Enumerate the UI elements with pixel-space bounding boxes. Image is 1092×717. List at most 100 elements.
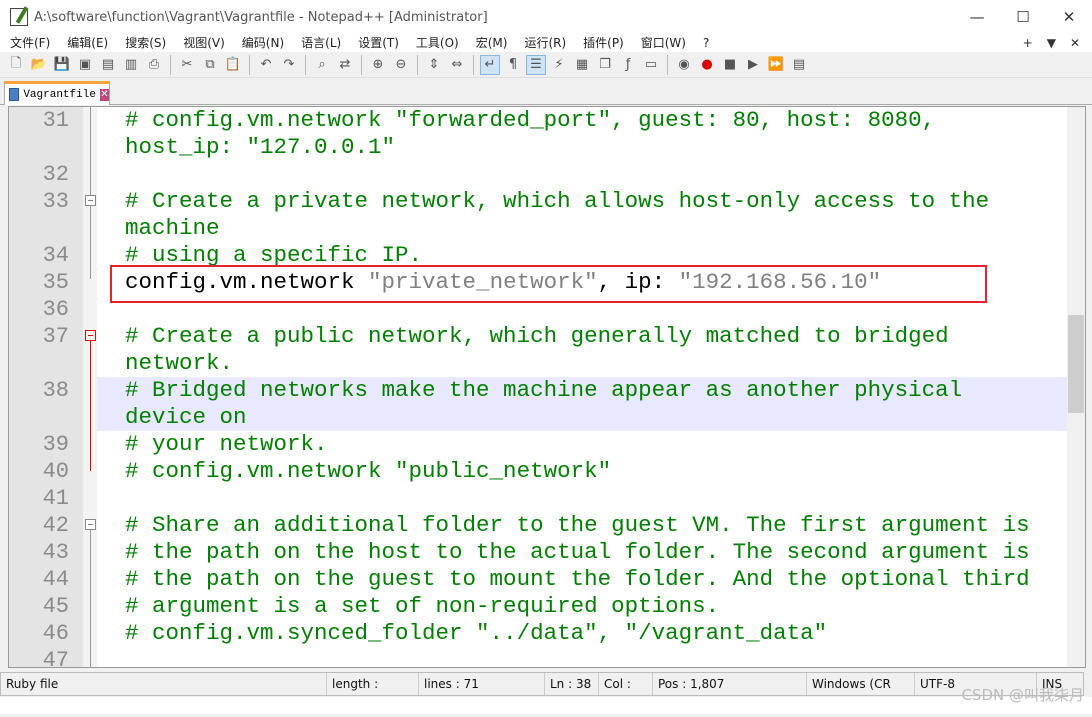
print-icon[interactable]: ⎙ xyxy=(144,55,164,75)
code-line[interactable]: 45 # argument is a set of non-required op… xyxy=(43,593,1067,620)
line-number: 43 xyxy=(42,540,69,565)
line-number: 37 xyxy=(42,324,69,349)
fold-toggle-icon[interactable] xyxy=(85,195,96,206)
function-list-icon[interactable]: ƒ xyxy=(618,55,638,75)
save-icon[interactable]: 💾 xyxy=(52,55,72,75)
copy-icon[interactable]: ⧉ xyxy=(200,55,220,75)
status-eol[interactable]: Windows (CR LF) xyxy=(807,673,915,713)
line-number: 36 xyxy=(42,297,69,322)
menu-item-3[interactable]: 视图(V) xyxy=(173,34,232,52)
save-all-icon[interactable]: ▣ xyxy=(75,55,95,75)
menu-item-5[interactable]: 语言(L) xyxy=(291,34,348,52)
tab-vagrantfile[interactable]: Vagrantfile ✕ xyxy=(4,81,110,105)
fold-toggle-icon[interactable] xyxy=(85,519,96,530)
zoom-in-icon[interactable]: ⊕ xyxy=(368,55,388,75)
code-line[interactable]: 32 xyxy=(43,161,1067,188)
line-number: 31 xyxy=(42,108,69,133)
toolbar: 🗋 📂 💾 ▣ ▤ ▥ ⎙ ✂ ⧉ 📋 ↶ ↷ ⌕ ⇄ ⊕ ⊖ ⇕ ⇔ ↵ ¶ ☰ ⚡ ▦ ❐ ƒ ▭ ◉ ● ■ ▶ ⏩ ▤ xyxy=(0,52,1092,78)
menu-item-12[interactable]: ? xyxy=(693,34,716,52)
line-text: # Bridged networks make the machine appe… xyxy=(97,377,1050,431)
folder-workspace-icon[interactable]: ▭ xyxy=(641,55,661,75)
line-text: # config.vm.network "forwarded_port", gu… xyxy=(97,107,1050,161)
code-line[interactable]: 43 # the path on the host to the actual f… xyxy=(43,539,1067,566)
close-all-icon[interactable]: ▥ xyxy=(121,55,141,75)
line-text: # config.vm.network "public_network" xyxy=(97,458,1050,485)
indent-guide-icon[interactable]: ☰ xyxy=(526,54,546,75)
line-text: # argument is a set of non-required opti… xyxy=(97,593,1050,620)
close-icon[interactable]: ▤ xyxy=(98,55,118,75)
save-state-icon xyxy=(9,88,20,101)
udl-icon[interactable]: ⚡ xyxy=(549,55,569,75)
status-col: Col : 46 xyxy=(599,673,653,713)
code-line[interactable]: 47 xyxy=(43,647,1067,667)
status-ln: Ln : 38 xyxy=(545,673,599,695)
open-file-icon[interactable]: 📂 xyxy=(29,55,49,75)
close-tab-icon[interactable]: ✕ xyxy=(99,88,109,101)
code-line[interactable]: 38 # Bridged networks make the machine ap… xyxy=(43,377,1067,431)
line-text xyxy=(97,485,1050,512)
stop-macro-icon[interactable]: ■ xyxy=(720,55,740,75)
menu-item-10[interactable]: 插件(P) xyxy=(573,34,631,52)
code-line[interactable]: 44 # the path on the guest to mount the f… xyxy=(43,566,1067,593)
line-text: # Share an additional folder to the gues… xyxy=(97,512,1050,539)
minimize-button[interactable]: — xyxy=(954,0,1000,34)
tab-list-button[interactable]: ▼ xyxy=(1047,34,1056,52)
line-text: # config.vm.synced_folder "../data", "/v… xyxy=(97,620,1050,647)
sync-v-icon[interactable]: ⇕ xyxy=(424,55,444,75)
doc-map-icon[interactable]: ▦ xyxy=(572,55,592,75)
replace-icon[interactable]: ⇄ xyxy=(335,55,355,75)
new-tab-button[interactable]: + xyxy=(1023,34,1033,52)
line-text xyxy=(97,647,1050,667)
run-macro-multiple-icon[interactable]: ⏩ xyxy=(766,55,786,75)
new-file-icon[interactable]: 🗋 xyxy=(6,55,26,75)
code-line[interactable]: 37 # Create a public network, which gener… xyxy=(43,323,1067,377)
line-text: # Create a private network, which allows… xyxy=(97,188,1050,242)
menu-item-0[interactable]: 文件(F) xyxy=(0,34,57,52)
menu-item-8[interactable]: 宏(M) xyxy=(466,34,515,52)
comment-token: # config.vm.synced_folder "../data", "/v… xyxy=(125,620,828,646)
comment-token: # the path on the guest to mount the fol… xyxy=(125,566,1030,592)
status-length: length : 3,083 xyxy=(327,673,419,713)
tab-label: Vagrantfile xyxy=(23,88,96,101)
code-line[interactable]: 39 # your network. xyxy=(43,431,1067,458)
menu-item-2[interactable]: 搜索(S) xyxy=(115,34,173,52)
line-number: 47 xyxy=(42,648,69,668)
close-doc-button[interactable]: ✕ xyxy=(1070,34,1080,52)
doc-list-icon[interactable]: ❐ xyxy=(595,55,615,75)
monitor-icon[interactable]: ◉ xyxy=(674,55,694,75)
word-wrap-icon[interactable]: ↵ xyxy=(480,54,500,75)
code-line[interactable]: 31 # config.vm.network "forwarded_port", … xyxy=(43,107,1067,161)
code-area[interactable]: 31 # config.vm.network "forwarded_port", … xyxy=(43,107,1067,667)
code-line[interactable]: 46 # config.vm.synced_folder "../data", "… xyxy=(43,620,1067,647)
find-icon[interactable]: ⌕ xyxy=(312,55,332,75)
close-button[interactable]: ✕ xyxy=(1046,0,1092,34)
menu-item-1[interactable]: 编辑(E) xyxy=(57,34,115,52)
menu-item-6[interactable]: 设置(T) xyxy=(348,34,406,52)
show-all-chars-icon[interactable]: ¶ xyxy=(503,55,523,75)
code-line[interactable]: 41 xyxy=(43,485,1067,512)
zoom-out-icon[interactable]: ⊖ xyxy=(391,55,411,75)
menu-item-11[interactable]: 窗口(W) xyxy=(631,34,693,52)
menu-item-9[interactable]: 运行(R) xyxy=(514,34,573,52)
code-line[interactable]: 42 # Share an additional folder to the gu… xyxy=(43,512,1067,539)
code-editor[interactable]: 31 # config.vm.network "forwarded_port", … xyxy=(8,106,1086,668)
cut-icon[interactable]: ✂ xyxy=(177,55,197,75)
paste-icon[interactable]: 📋 xyxy=(223,55,243,75)
maximize-button[interactable]: ☐ xyxy=(1000,0,1046,34)
sync-h-icon[interactable]: ⇔ xyxy=(447,55,467,75)
menu-bar: 文件(F) 编辑(E) 搜索(S) 视图(V) 编码(N) 语言(L) 设置(T) 工具(O)… xyxy=(0,34,1092,52)
comment-token: # config.vm.network "forwarded_port", gu… xyxy=(125,107,949,160)
code-line[interactable]: 40 # config.vm.network "public_network" xyxy=(43,458,1067,485)
undo-icon[interactable]: ↶ xyxy=(256,55,276,75)
fold-toggle-icon[interactable] xyxy=(85,330,96,341)
record-macro-icon[interactable]: ● xyxy=(697,55,717,75)
play-macro-icon[interactable]: ▶ xyxy=(743,55,763,75)
menu-item-7[interactable]: 工具(O) xyxy=(406,34,466,52)
scrollbar-thumb[interactable] xyxy=(1068,315,1084,413)
save-macro-icon[interactable]: ▤ xyxy=(789,55,809,75)
menu-item-4[interactable]: 编码(N) xyxy=(232,34,291,52)
vertical-scrollbar[interactable] xyxy=(1067,107,1085,667)
line-text xyxy=(97,161,1050,188)
redo-icon[interactable]: ↷ xyxy=(279,55,299,75)
code-line[interactable]: 33 # Create a private network, which allo… xyxy=(43,188,1067,242)
